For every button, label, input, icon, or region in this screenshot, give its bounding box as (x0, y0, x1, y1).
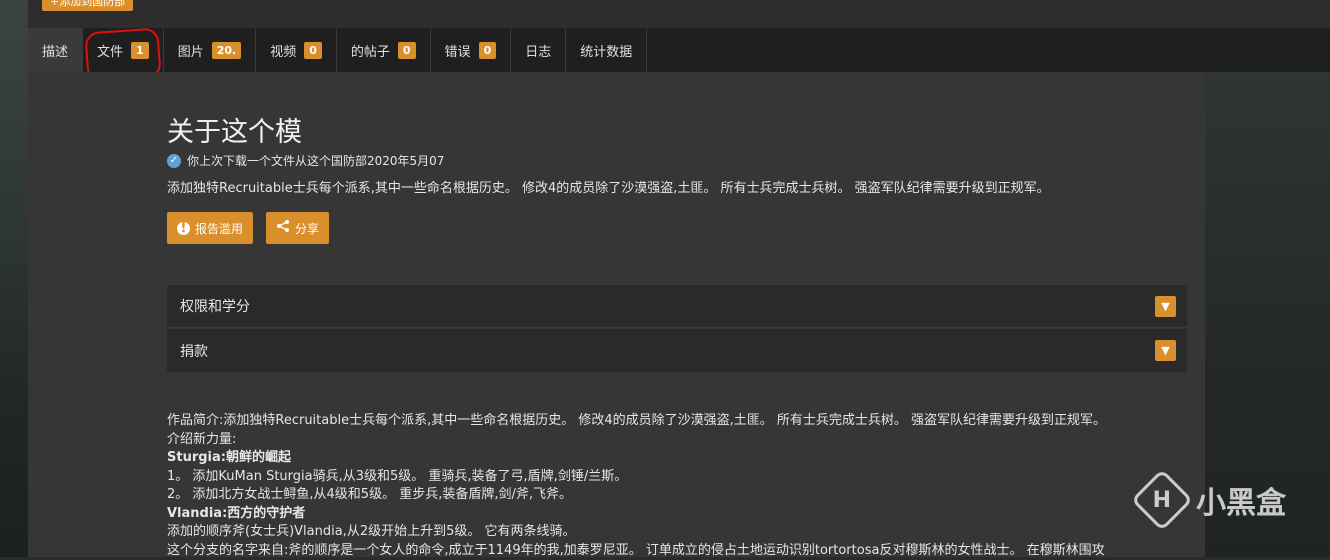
tab-label: 错误 (445, 41, 471, 60)
tab-bar: 描述 文件 1 图片 20. 视频 0 的帖子 0 错误 0 日志 统计数据 (28, 28, 1330, 72)
alert-icon: ! (177, 222, 190, 235)
section-heading: Vlandia:西方的守护者 (167, 505, 1197, 524)
share-button[interactable]: 分享 (266, 212, 329, 244)
tab-videos[interactable]: 视频 0 (256, 28, 337, 72)
accordion-label: 捐款 (180, 341, 208, 361)
description-line: 1。 添加KuMan Sturgia骑兵,从3级和5级。 重骑兵,装备了弓,盾牌… (167, 468, 1197, 487)
report-abuse-button[interactable]: ! 报告滥用 (167, 212, 253, 244)
section-heading: Sturgia:朝鲜的崛起 (167, 449, 1197, 468)
tab-bugs[interactable]: 错误 0 (431, 28, 512, 72)
description-line: 这个分支的名字来自:斧的顺序是一个女人的命令,成立于1149年的我,加泰罗尼亚。… (167, 542, 1197, 560)
download-notice-text: 你上次下载一个文件从这个国防部2020年5月07 (187, 152, 444, 169)
check-icon: ✓ (167, 154, 181, 168)
tab-label: 视频 (270, 41, 296, 60)
share-icon (276, 219, 290, 237)
share-label: 分享 (295, 220, 319, 237)
download-notice: ✓ 你上次下载一个文件从这个国防部2020年5月07 (167, 152, 444, 169)
heybox-logo-icon: H (1131, 469, 1193, 531)
accordion-permissions[interactable]: 权限和学分 ▼ (167, 285, 1187, 328)
tab-label: 图片 (178, 41, 204, 60)
background-left (0, 0, 28, 557)
accordion-donations[interactable]: 捐款 ▼ (167, 329, 1187, 372)
tab-count-badge: 0 (398, 42, 416, 59)
page-title: 关于这个模 (167, 110, 302, 149)
accordion-label: 权限和学分 (180, 296, 250, 316)
tab-label: 描述 (42, 41, 68, 60)
chevron-down-icon[interactable]: ▼ (1155, 340, 1176, 361)
description-line: 添加的顺序斧(女士兵)Vlandia,从2级开始上升到5级。 它有两条线骑。 (167, 523, 1197, 542)
watermark: H 小黑盒 (1140, 478, 1286, 522)
tab-posts[interactable]: 的帖子 0 (337, 28, 431, 72)
tab-logs[interactable]: 日志 (511, 28, 566, 72)
tab-description[interactable]: 描述 (28, 28, 83, 72)
add-to-mod-button[interactable]: +添加到国防部 (42, 0, 133, 11)
tab-stats[interactable]: 统计数据 (566, 28, 647, 72)
tab-images[interactable]: 图片 20. (164, 28, 257, 72)
report-abuse-label: 报告滥用 (195, 220, 243, 237)
watermark-text: 小黑盒 (1196, 478, 1286, 522)
tab-label: 的帖子 (351, 41, 390, 60)
tab-label: 统计数据 (580, 41, 632, 60)
mod-description-panel: 关于这个模 ✓ 你上次下载一个文件从这个国防部2020年5月07 添加独特Rec… (28, 72, 1205, 557)
description-line: 2。 添加北方女战士鲟鱼,从4级和5级。 重步兵,装备盾牌,剑/斧,飞斧。 (167, 486, 1197, 505)
tab-count-badge: 0 (479, 42, 497, 59)
mod-summary: 添加独特Recruitable士兵每个派系,其中一些命名根据历史。 修改4的成员… (167, 177, 1050, 196)
chevron-down-icon[interactable]: ▼ (1155, 296, 1176, 317)
tab-count-badge: 0 (304, 42, 322, 59)
description-line: 作品简介:添加独特Recruitable士兵每个派系,其中一些命名根据历史。 修… (167, 412, 1197, 431)
top-strip (28, 0, 1330, 28)
tab-count-badge: 20. (212, 42, 242, 59)
mod-description-body: 作品简介:添加独特Recruitable士兵每个派系,其中一些命名根据历史。 修… (167, 412, 1197, 560)
tab-label: 日志 (525, 41, 551, 60)
description-line: 介绍新力量: (167, 431, 1197, 450)
